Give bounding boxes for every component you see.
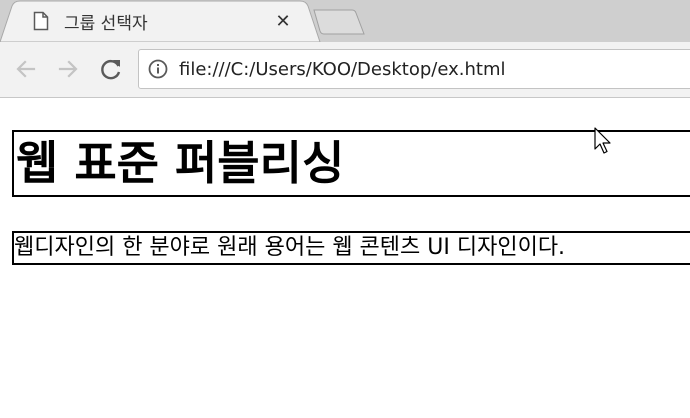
tab-title: 그룹 선택자 (64, 14, 148, 34)
reload-icon[interactable] (97, 55, 125, 83)
page-icon (33, 11, 49, 31)
forward-arrow-icon[interactable] (54, 55, 82, 83)
back-arrow-icon[interactable] (12, 55, 40, 83)
page-paragraph: 웹디자인의 한 분야로 원래 용어는 웹 콘텐츠 UI 디자인이다. (12, 231, 690, 265)
mouse-cursor-icon (594, 127, 611, 154)
page-heading: 웹 표준 퍼블리싱 (12, 130, 690, 197)
page-content: 웹 표준 퍼블리싱 웹디자인의 한 분야로 원래 용어는 웹 콘텐츠 UI 디자… (0, 99, 690, 418)
toolbar: file:///C:/Users/KOO/Desktop/ex.html (0, 42, 690, 98)
info-icon[interactable] (148, 59, 168, 79)
address-bar[interactable]: file:///C:/Users/KOO/Desktop/ex.html (138, 49, 690, 89)
tab-strip: 그룹 선택자 ✕ (0, 0, 690, 42)
url-text[interactable]: file:///C:/Users/KOO/Desktop/ex.html (179, 59, 506, 80)
close-icon[interactable]: ✕ (273, 12, 293, 32)
tab-active[interactable]: 그룹 선택자 ✕ (0, 0, 340, 42)
new-tab-icon[interactable] (312, 9, 366, 35)
